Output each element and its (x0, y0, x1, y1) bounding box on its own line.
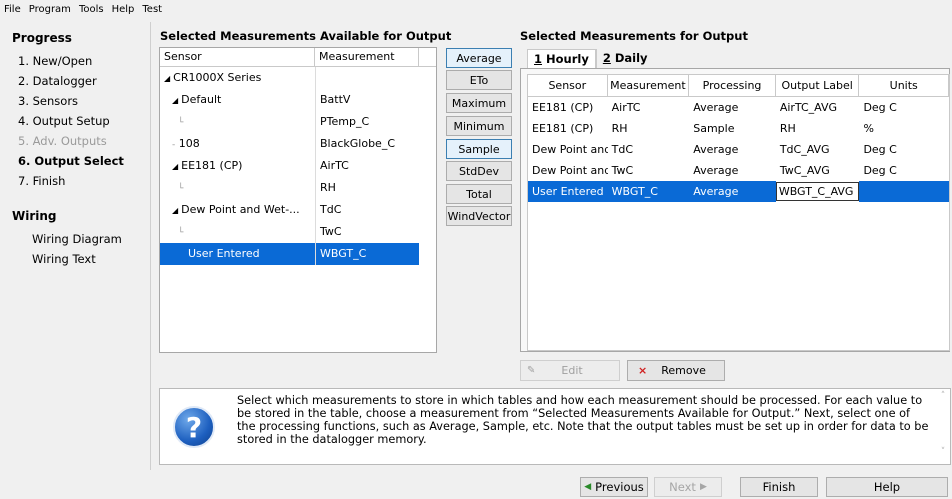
step-output-select[interactable]: 6. Output Select (6, 151, 148, 171)
step-sensors[interactable]: 3. Sensors (6, 91, 148, 111)
edit-button: ✎ Edit (520, 360, 620, 381)
next-button: Next ▶ (654, 477, 722, 497)
tree-branch-icon: └ (178, 228, 184, 238)
tab-hourly[interactable]: 1 Hourly (527, 49, 596, 69)
windvector-button[interactable]: WindVector (446, 206, 512, 226)
help-button[interactable]: Help (826, 477, 948, 497)
output-pane: Sensor Measurement Processing Output Lab… (520, 68, 950, 352)
menu-file[interactable]: File (4, 4, 21, 15)
available-title: Selected Measurements Available for Outp… (160, 29, 452, 43)
wiring-text-link[interactable]: Wiring Text (6, 249, 148, 269)
menu-test[interactable]: Test (142, 4, 162, 15)
col-measurement[interactable]: Measurement (315, 48, 419, 66)
scroll-down-icon[interactable]: ˅ (936, 447, 950, 457)
scroll-up-icon[interactable]: ˄ (936, 391, 950, 401)
col-measurement[interactable]: Measurement (608, 75, 690, 96)
sample-button[interactable]: Sample (446, 139, 512, 159)
average-button[interactable]: Average (446, 48, 512, 68)
help-panel: ? Select which measurements to store in … (159, 388, 951, 465)
collapse-triangle-icon[interactable]: ◢ (164, 74, 170, 83)
col-output-label[interactable]: Output Label (776, 75, 860, 96)
tree-row[interactable]: └ RH (160, 177, 436, 199)
minimum-button[interactable]: Minimum (446, 116, 512, 136)
tree-row[interactable]: └ TwC (160, 221, 436, 243)
collapse-triangle-icon[interactable]: ◢ (172, 206, 178, 215)
tree-row[interactable]: ◢ CR1000X Series (160, 67, 436, 89)
step-adv-outputs: 5. Adv. Outputs (18, 134, 107, 148)
output-label-edit-field[interactable]: WBGT_C_AVG (775, 182, 860, 201)
help-question-icon: ? (173, 406, 215, 448)
previous-button[interactable]: ◀ Previous (580, 477, 648, 497)
col-units[interactable]: Units (859, 75, 950, 96)
col-sensor[interactable]: Sensor (528, 75, 608, 96)
available-tree: Sensor Measurement ◢ CR1000X Series ◢ Defa… (159, 47, 437, 353)
tab-daily[interactable]: 2 Daily (595, 49, 654, 69)
output-header: Sensor Measurement Processing Output Lab… (528, 75, 950, 97)
total-button[interactable]: Total (446, 184, 512, 204)
table-row[interactable]: Dew Point and TwC Average TwC_AVG Deg C (528, 160, 949, 181)
tree-row[interactable]: ◢ Dew Point and Wet-... TdC (160, 199, 436, 221)
eto-button[interactable]: ETo (446, 70, 512, 90)
help-scrollbar[interactable]: ˄ ˅ (936, 389, 950, 464)
table-row-selected[interactable]: User Entered WBGT_C Average WBGT_C_AVG (528, 181, 950, 202)
available-header: Sensor Measurement (160, 48, 436, 67)
table-row[interactable]: Dew Point and TdC Average TdC_AVG Deg C (528, 139, 949, 160)
pencil-icon: ✎ (527, 365, 536, 376)
remove-button[interactable]: × Remove (627, 360, 725, 381)
wiring-heading: Wiring (12, 209, 57, 223)
step-new-open[interactable]: 1. New/Open (6, 51, 148, 71)
collapse-triangle-icon[interactable]: ◢ (172, 96, 178, 105)
tree-branch-icon: - (172, 140, 176, 150)
arrow-left-icon: ◀ (584, 482, 592, 492)
menu-program[interactable]: Program (29, 4, 71, 15)
output-table: Sensor Measurement Processing Output Lab… (527, 74, 950, 351)
tree-row-selected[interactable]: User Entered WBGT_C (160, 243, 436, 265)
table-row[interactable]: EE181 (CP) RH Sample RH % (528, 118, 949, 139)
col-processing[interactable]: Processing (689, 75, 776, 96)
menu-bar: File Program Tools Help Test (0, 0, 952, 18)
output-tabs: 1 Hourly 2 Daily (527, 49, 654, 69)
maximum-button[interactable]: Maximum (446, 93, 512, 113)
help-text: Select which measurements to store in wh… (237, 394, 929, 446)
wiring-diagram-link[interactable]: Wiring Diagram (6, 229, 148, 249)
tree-row[interactable]: ◢ EE181 (CP) AirTC (160, 155, 436, 177)
remove-x-icon: × (638, 364, 648, 377)
table-row[interactable]: EE181 (CP) AirTC Average AirTC_AVG Deg C (528, 97, 949, 118)
tree-row[interactable]: ◢ Default BattV (160, 89, 436, 111)
step-finish[interactable]: 7. Finish (6, 171, 148, 191)
finish-button[interactable]: Finish (740, 477, 818, 497)
step-output-setup[interactable]: 4. Output Setup (6, 111, 148, 131)
menu-tools[interactable]: Tools (79, 4, 104, 15)
tree-row[interactable]: └ PTemp_C (160, 111, 436, 133)
progress-heading: Progress (12, 31, 72, 45)
tree-branch-icon: └ (178, 118, 184, 128)
tree-row[interactable]: - 108 BlackGlobe_C (160, 133, 436, 155)
collapse-triangle-icon[interactable]: ◢ (172, 162, 178, 171)
output-title: Selected Measurements for Output (520, 29, 748, 43)
stddev-button[interactable]: StdDev (446, 161, 512, 181)
menu-help[interactable]: Help (112, 4, 135, 15)
arrow-right-icon: ▶ (699, 482, 707, 492)
step-datalogger[interactable]: 2. Datalogger (6, 71, 148, 91)
progress-panel: Progress 1. New/Open 2. Datalogger 3. Se… (6, 22, 148, 492)
tree-branch-icon: └ (178, 184, 184, 194)
col-sensor[interactable]: Sensor (160, 48, 315, 66)
